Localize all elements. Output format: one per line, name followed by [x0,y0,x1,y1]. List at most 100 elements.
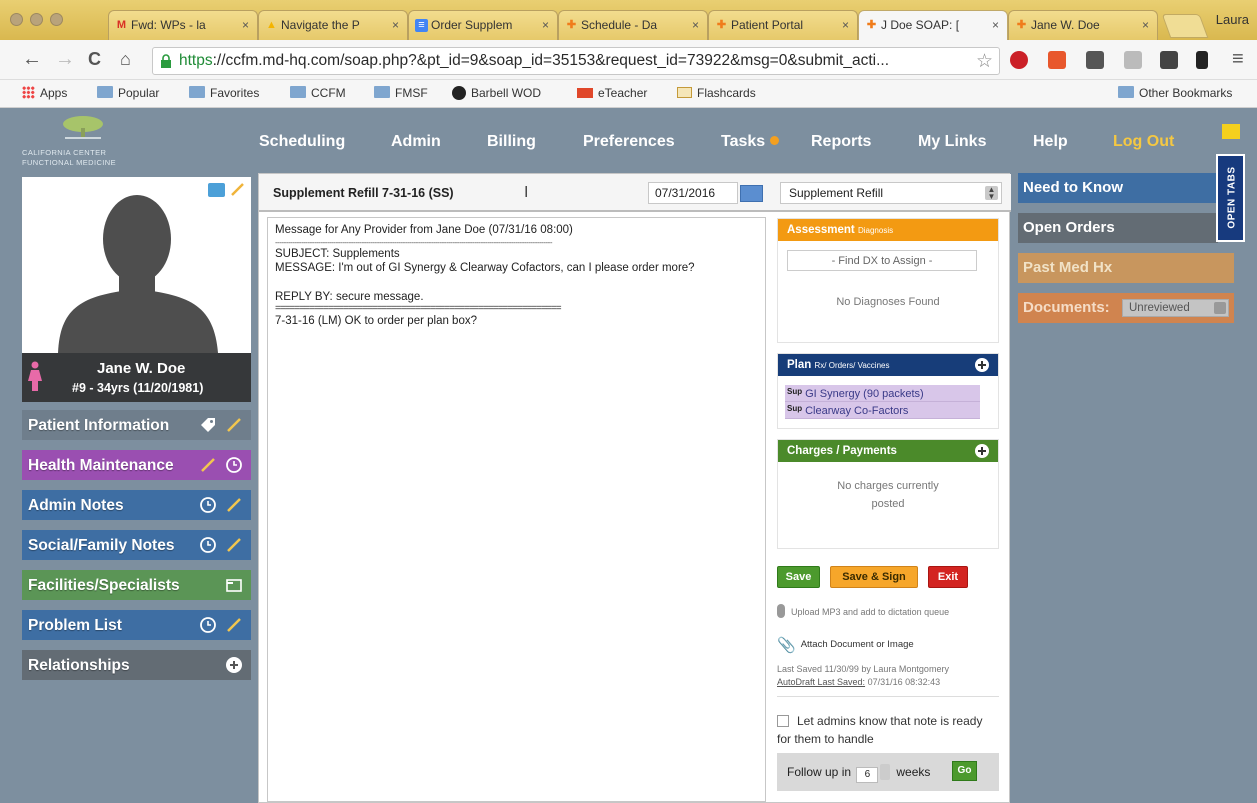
history-clock-icon[interactable] [225,456,243,474]
close-tab-icon[interactable]: × [392,18,399,32]
tag-icon[interactable] [199,416,217,434]
forward-arrow-icon[interactable]: → [55,48,75,70]
bookmark-link[interactable]: eTeacher [577,86,647,100]
back-arrow-icon[interactable]: ← [22,48,42,70]
sidebar-admin-notes[interactable]: Admin Notes [22,490,251,520]
extension-icon[interactable] [1086,51,1104,69]
close-tab-icon[interactable]: × [542,18,549,32]
browser-tab[interactable]: M Fwd: WPs - la × [108,10,258,40]
menu-icon[interactable]: ≡ [1232,48,1244,70]
new-tab-button[interactable] [1161,14,1209,38]
bookmark-folder[interactable]: Favorites [189,86,259,100]
extension-icon[interactable] [1160,51,1178,69]
history-clock-icon[interactable] [199,536,217,554]
note-text-area[interactable]: Message for Any Provider from Jane Doe (… [267,217,766,802]
add-circle-icon[interactable] [225,656,243,674]
home-icon[interactable]: ⌂ [120,48,131,70]
browser-tab-active[interactable]: ✚ J Doe SOAP: [ × [858,10,1008,40]
add-plan-icon[interactable] [975,358,989,372]
sidebar-social-family-notes[interactable]: Social/Family Notes [22,530,251,560]
window-icon[interactable] [225,576,243,594]
admin-notify-checkbox[interactable] [777,715,789,727]
nav-admin[interactable]: Admin [391,133,441,151]
close-tab-icon[interactable]: × [242,18,249,32]
bookmark-apps[interactable]: Apps [22,86,67,100]
minimize-window-button[interactable] [30,13,43,26]
sidebar-patient-information[interactable]: Patient Information [22,410,251,440]
edit-pencil-icon[interactable] [225,416,243,434]
app-root: CALIFORNIA CENTER FUNCTIONAL MEDICINE Sc… [0,108,1257,803]
close-tab-icon[interactable]: × [1142,18,1149,32]
bookmark-folder[interactable]: Popular [97,86,159,100]
close-tab-icon[interactable]: × [842,18,849,32]
open-orders-tab[interactable]: Open Orders [1018,213,1218,243]
weeks-stepper[interactable] [880,764,891,780]
extension-icon[interactable] [1124,51,1142,69]
exit-button[interactable]: Exit [928,566,968,588]
edit-pencil-icon[interactable] [230,181,246,197]
add-charge-icon[interactable] [975,444,989,458]
documents-filter-select[interactable]: Unreviewed [1122,299,1229,317]
history-clock-icon[interactable] [199,496,217,514]
bookmark-link[interactable]: Barbell WOD [452,86,541,100]
sticky-note-icon[interactable] [1222,124,1240,139]
note-title[interactable]: Supplement Refill 7-31-16 (SS) [273,186,454,200]
extension-icon[interactable] [1048,51,1066,69]
bookmark-folder[interactable]: FMSF [374,86,428,100]
nav-billing[interactable]: Billing [487,133,536,151]
upload-mp3-link[interactable]: Upload MP3 and add to dictation queue [777,604,949,618]
address-bar[interactable]: https://ccfm.md-hq.com/soap.php?&pt_id=9… [152,47,1000,75]
edit-pencil-icon[interactable] [225,616,243,634]
nav-reports[interactable]: Reports [811,133,871,151]
note-date-field[interactable]: 07/31/2016 [648,182,738,204]
edit-pencil-icon[interactable] [225,496,243,514]
nav-preferences[interactable]: Preferences [583,133,675,151]
nav-scheduling[interactable]: Scheduling [259,133,345,151]
sidebar-facilities-specialists[interactable]: Facilities/Specialists [22,570,251,600]
history-clock-icon[interactable] [199,616,217,634]
nav-log-out[interactable]: Log Out [1113,133,1174,151]
save-button[interactable]: Save [777,566,820,588]
edit-pencil-icon[interactable] [225,536,243,554]
note-type-select[interactable]: Supplement Refill ▲ ▼ [780,182,1002,204]
browser-tab[interactable]: ✚ Jane W. Doe × [1008,10,1158,40]
plan-item[interactable]: Sup GI Synergy (90 packets) [785,385,980,402]
save-and-sign-button[interactable]: Save & Sign [830,566,918,588]
find-dx-input[interactable]: - Find DX to Assign - [787,250,977,271]
bookmark-star-icon[interactable]: ☆ [976,50,993,73]
sidebar-relationships[interactable]: Relationships [22,650,251,680]
close-tab-icon[interactable]: × [992,18,999,32]
past-med-hx-tab[interactable]: Past Med Hx [1018,253,1234,283]
browser-tab[interactable]: ▲ Navigate the P × [258,10,408,40]
nav-tasks[interactable]: Tasks [721,133,780,151]
message-icon[interactable] [208,183,225,197]
documents-tab[interactable]: Documents: Unreviewed [1018,293,1234,323]
edit-pencil-icon[interactable] [199,456,217,474]
browser-tab[interactable]: ≡ Order Supplem × [408,10,558,40]
extension-icon[interactable] [1196,51,1208,69]
bookmark-folder[interactable]: CCFM [290,86,346,100]
browser-tab[interactable]: ✚ Schedule - Da × [558,10,708,40]
plan-item[interactable]: Sup Clearway Co-Factors [785,402,980,419]
open-tabs-button[interactable]: OPEN TABS [1216,154,1245,242]
calendar-icon[interactable] [740,185,763,202]
pinterest-icon[interactable] [1010,51,1028,69]
sidebar-health-maintenance[interactable]: Health Maintenance [22,450,251,480]
attach-document-link[interactable]: 📎 Attach Document or Image [777,636,914,654]
need-to-know-tab[interactable]: Need to Know [1018,173,1218,203]
go-button[interactable]: Go [952,761,977,781]
browser-tab[interactable]: ✚ Patient Portal × [708,10,858,40]
reload-icon[interactable]: C [88,48,101,70]
profile-button[interactable]: Laura [1216,12,1249,27]
nav-help[interactable]: Help [1033,133,1068,151]
other-bookmarks[interactable]: Other Bookmarks [1118,86,1232,100]
nav-my-links[interactable]: My Links [918,133,986,151]
bookmark-link[interactable]: Flashcards [677,86,756,100]
sidebar-problem-list[interactable]: Problem List [22,610,251,640]
clinic-logo[interactable]: CALIFORNIA CENTER FUNCTIONAL MEDICINE [22,114,147,167]
follow-up-weeks-input[interactable]: 6 [856,767,879,783]
close-window-button[interactable] [10,13,23,26]
zoom-window-button[interactable] [50,13,63,26]
autodraft-link[interactable]: AutoDraft Last Saved: [777,677,865,687]
close-tab-icon[interactable]: × [692,18,699,32]
